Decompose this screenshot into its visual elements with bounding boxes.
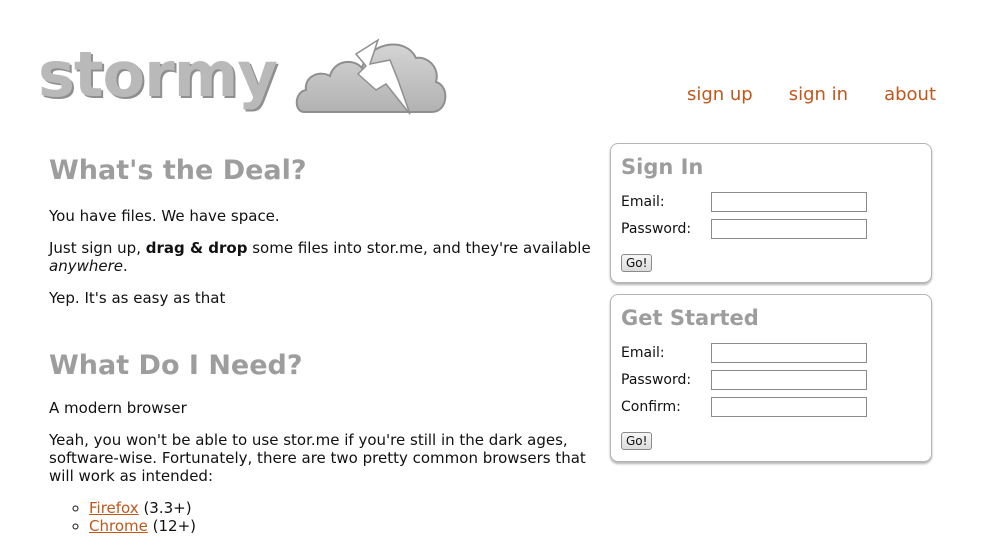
chrome-link[interactable]: Chrome — [89, 517, 148, 535]
need-paragraph-2: Yeah, you won't be able to use stor.me i… — [49, 431, 586, 485]
signup-email-row: Email: — [621, 339, 921, 366]
firefox-version: (3.3+) — [143, 499, 192, 517]
sign-in-panel: Sign In Email: Password: Go! — [610, 143, 932, 283]
signup-email-field[interactable] — [711, 342, 867, 363]
sign-in-go-button[interactable]: Go! — [621, 254, 653, 272]
page: stormy sign up sign in about What's the … — [0, 0, 992, 548]
need-paragraph-1: A modern browser — [49, 399, 187, 417]
sign-in-title: Sign In — [621, 155, 704, 179]
get-started-go-button[interactable]: Go! — [621, 432, 653, 450]
sign-in-email-row: Email: — [621, 188, 921, 215]
sign-in-password-row: Password: — [621, 215, 921, 242]
nav-sign-in-link[interactable]: sign in — [789, 84, 848, 105]
get-started-title: Get Started — [621, 306, 759, 330]
section-title-need: What Do I Need? — [49, 350, 303, 381]
sign-in-email-field[interactable] — [711, 191, 867, 212]
firefox-link[interactable]: Firefox — [89, 499, 139, 517]
get-started-panel: Get Started Email: Password: Confirm: Go… — [610, 294, 932, 462]
deal-p2-end: . — [122, 257, 128, 275]
deal-paragraph-3: Yep. It's as easy as that — [49, 289, 226, 307]
browser-list: Firefox (3.3+) Chrome (12+) — [49, 499, 594, 535]
deal-p2-emphasis: anywhere — [49, 257, 123, 275]
storm-cloud-icon — [295, 38, 447, 115]
signup-password-label: Password: — [621, 371, 692, 388]
signup-confirm-row: Confirm: — [621, 393, 921, 420]
deal-paragraph-2: Just sign up, drag & drop some files int… — [49, 239, 594, 275]
chrome-version: (12+) — [152, 517, 196, 535]
top-nav: sign up sign in about — [687, 84, 936, 105]
nav-sign-up-link[interactable]: sign up — [687, 84, 753, 105]
deal-p2-mid: some files into stor.me, and they're ava… — [247, 239, 591, 257]
signup-confirm-field[interactable] — [711, 396, 867, 417]
section-need: What Do I Need? A modern browser Yeah, y… — [49, 345, 594, 535]
section-title-deal: What's the Deal? — [49, 155, 307, 186]
list-item-chrome: Chrome (12+) — [89, 517, 594, 535]
signup-password-field[interactable] — [711, 369, 867, 390]
sign-in-password-field[interactable] — [711, 218, 867, 239]
signup-confirm-label: Confirm: — [621, 398, 681, 415]
main-content: What's the Deal? You have files. We have… — [49, 150, 594, 535]
sign-in-email-label: Email: — [621, 193, 665, 210]
site-logo[interactable]: stormy — [38, 34, 458, 120]
logo-text: stormy — [38, 38, 278, 111]
deal-p2-start: Just sign up, — [49, 239, 146, 257]
deal-paragraph-1: You have files. We have space. — [49, 207, 280, 225]
nav-about-link[interactable]: about — [884, 84, 936, 105]
list-item-firefox: Firefox (3.3+) — [89, 499, 594, 517]
sign-in-password-label: Password: — [621, 220, 692, 237]
deal-p2-bold: drag & drop — [145, 239, 248, 257]
signup-password-row: Password: — [621, 366, 921, 393]
signup-email-label: Email: — [621, 344, 665, 361]
